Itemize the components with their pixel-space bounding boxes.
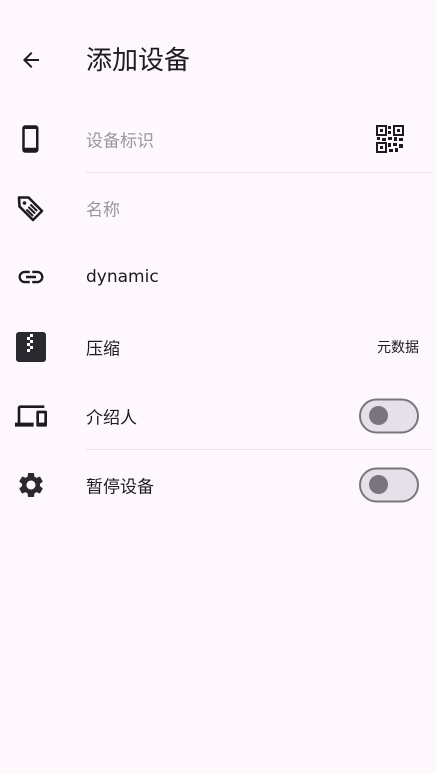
introducer-label: 介绍人 — [86, 408, 137, 428]
status-bar — [0, 0, 436, 20]
device-id-row[interactable]: 设备标识 — [0, 104, 436, 173]
address-row[interactable]: dynamic — [0, 242, 436, 311]
compression-label: 压缩 — [86, 339, 120, 359]
back-button[interactable] — [9, 40, 53, 84]
smartphone-icon — [14, 122, 48, 156]
pause-device-label: 暂停设备 — [86, 477, 154, 497]
label-tag-icon — [14, 191, 48, 225]
compression-value[interactable]: 元数据 — [377, 337, 419, 357]
compression-row[interactable]: 压缩 元数据 — [0, 312, 436, 381]
settings-gear-icon — [14, 468, 48, 502]
pause-device-switch[interactable] — [359, 467, 419, 502]
switch-knob — [369, 475, 388, 494]
page-title: 添加设备 — [86, 46, 191, 76]
add-device-screen: 添加设备 设备标识 名称 dynamic 压缩 元数据 介绍人 暂停设备 — [0, 0, 436, 774]
address-field[interactable]: dynamic — [86, 267, 159, 287]
zip-archive-icon — [14, 330, 48, 364]
link-icon — [14, 260, 48, 294]
name-field[interactable]: 名称 — [86, 195, 120, 220]
pause-device-row[interactable]: 暂停设备 — [0, 450, 436, 519]
name-row[interactable]: 名称 — [0, 173, 436, 242]
arrow-back-icon — [19, 48, 43, 76]
devices-icon — [14, 399, 48, 433]
introducer-switch[interactable] — [359, 398, 419, 433]
qr-code-icon[interactable] — [376, 124, 404, 153]
switch-knob — [369, 406, 388, 425]
device-id-field[interactable]: 设备标识 — [86, 126, 154, 151]
app-bar: 添加设备 — [0, 20, 436, 104]
introducer-row[interactable]: 介绍人 — [0, 381, 436, 450]
